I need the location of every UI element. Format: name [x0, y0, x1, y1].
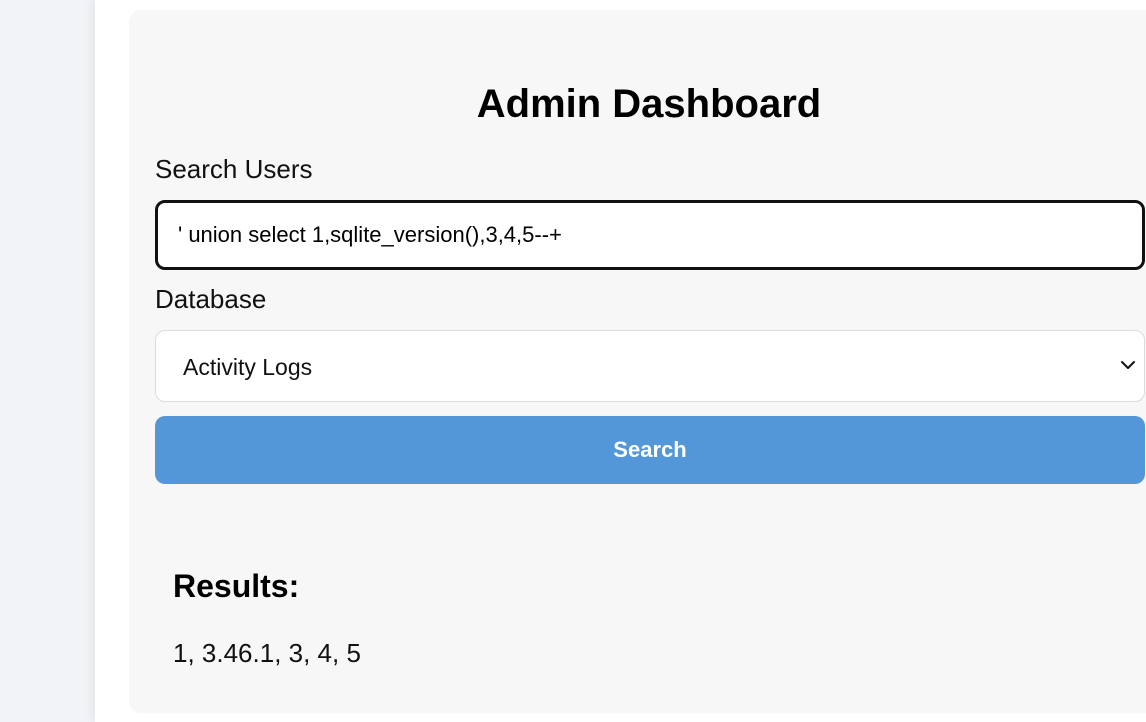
search-button[interactable]: Search: [155, 416, 1145, 484]
chevron-down-icon: [1121, 361, 1135, 369]
results-heading: Results:: [173, 568, 300, 604]
database-select-value: Activity Logs: [183, 354, 313, 380]
database-label: Database: [155, 284, 267, 314]
results-value: 1, 3.46.1, 3, 4, 5: [173, 638, 361, 668]
search-users-label: Search Users: [155, 154, 313, 184]
database-select[interactable]: Activity Logs: [155, 330, 1145, 402]
dashboard-card: Admin Dashboard Search Users Database Ac…: [129, 10, 1146, 713]
page-title: Admin Dashboard: [476, 82, 822, 126]
page-container: Admin Dashboard Search Users Database Ac…: [95, 0, 1146, 722]
search-input[interactable]: [155, 200, 1145, 270]
